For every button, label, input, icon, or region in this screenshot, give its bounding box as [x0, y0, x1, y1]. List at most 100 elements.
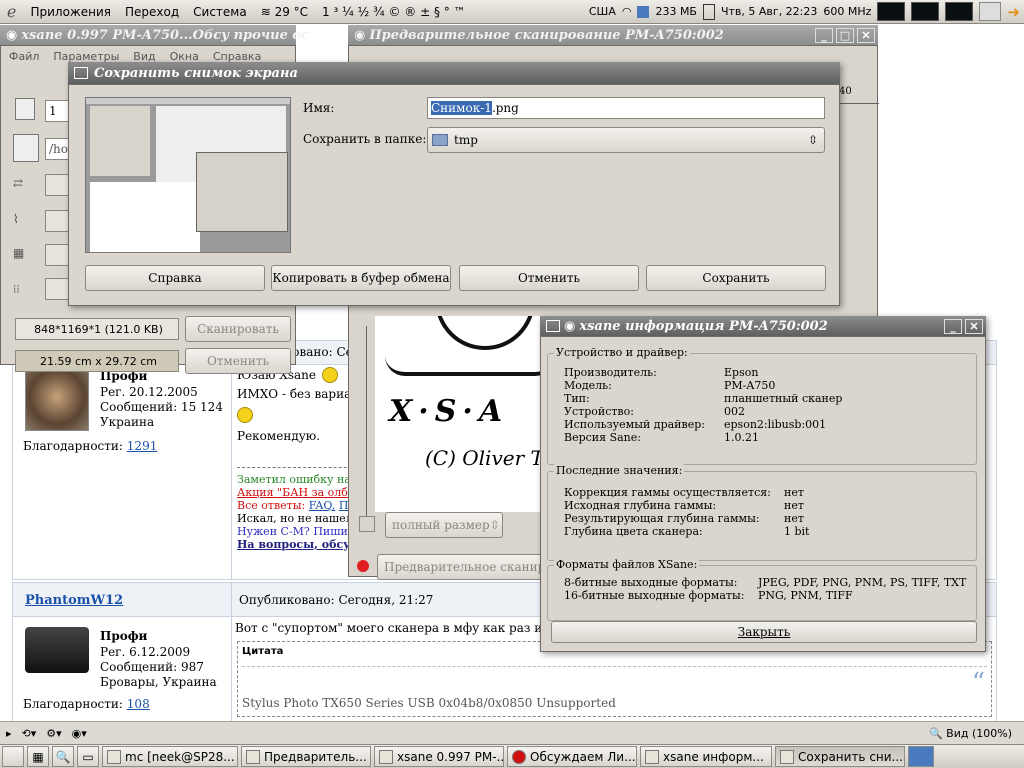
post2-loc: Бровары, Украина [100, 675, 217, 689]
sig-line2[interactable]: Акция "БАН за олба [237, 486, 361, 499]
post2-rank: Профи [100, 629, 148, 643]
xsane-main-titlebar[interactable]: ◉ xsane 0.997 PM-A750...Обсу прочие ос [0, 25, 309, 45]
dots-icon: ⁞⁞ [13, 282, 20, 296]
help-button[interactable]: Справка [85, 265, 265, 291]
folder-icon[interactable]: ▭ [77, 746, 99, 767]
info-row: Исходная глубина гаммы: нет [564, 499, 809, 512]
sync-icon[interactable]: ⟲▾ [22, 727, 37, 740]
xsane-eye-icon: ◉ [564, 318, 576, 334]
info-value: PNG, PNM, TIFF [758, 589, 853, 602]
copy-clipboard-button[interactable]: Копировать в буфер обмена [271, 265, 451, 291]
window-menu-icon[interactable] [546, 320, 560, 332]
record-icon [357, 560, 369, 572]
info-title: xsane информация PM-A750:002 [579, 318, 828, 334]
task-label: Предваритель... [264, 749, 367, 764]
post1-text3: Рекомендую. [237, 429, 321, 443]
char-palette[interactable]: 1 ³ ¼ ½ ¾ © ® ± § ° ™ [315, 5, 473, 19]
file-formats-group: Форматы файлов XSane: 8-битные выходные … [547, 558, 977, 621]
sig-line3: Все ответы: [237, 499, 306, 512]
menu-places[interactable]: Переход [118, 5, 186, 19]
task-preview[interactable]: Предваритель... [241, 746, 371, 767]
addons-icon[interactable]: ⚙▾ [46, 727, 61, 740]
thanks-link[interactable]: 1291 [127, 439, 158, 453]
task-save-screenshot[interactable]: Сохранить сни... [775, 746, 905, 767]
avatar [25, 369, 89, 431]
ruler-left [355, 326, 367, 516]
info-row: 8-битные выходные форматы: JPEG, PDF, PNG… [564, 576, 966, 589]
lock-screen-icon[interactable] [979, 2, 1002, 21]
dimensions-info: 21.59 cm x 29.72 cm [15, 350, 179, 372]
file-formats-title: Форматы файлов XSane: [554, 558, 700, 571]
network-monitor-icon [637, 5, 650, 18]
close-button[interactable]: ✕ [965, 318, 983, 334]
task-xsane-info[interactable]: xsane информ... [640, 746, 772, 767]
task-label: xsane информ... [663, 749, 764, 764]
menu-file[interactable]: Файл [9, 50, 39, 63]
logout-icon[interactable]: ➜ [1007, 3, 1020, 21]
close-button[interactable]: ✕ [857, 27, 875, 43]
post2-username[interactable]: PhantomW12 [25, 593, 123, 608]
sig-line6[interactable]: На вопросы, обсуж [237, 538, 361, 551]
last-values-title: Последние значения: [554, 464, 685, 477]
wifi-icon[interactable]: ◠ [622, 5, 632, 18]
sig-line5: Нужен С-М? Пиши в [237, 525, 358, 538]
info-label: Версия Sane: [564, 431, 641, 444]
preview-logo-text: X·S·A [389, 394, 509, 429]
save-dialog-titlebar[interactable]: Сохранить снимок экрана [68, 62, 840, 84]
cancel-button[interactable]: Отменить [459, 265, 639, 291]
save-button[interactable]: Сохранить [646, 265, 826, 291]
info-value: 1.0.21 [724, 431, 759, 444]
copies-icon [15, 98, 35, 120]
preview-title: Предварительное сканирование PM-A750:002 [369, 27, 724, 43]
zoom-select[interactable]: полный размер ⇳ [385, 512, 503, 538]
acquire-preview-button[interactable]: Предварительное сканиров [377, 554, 559, 580]
filename-selected: Снимок-1 [431, 101, 492, 115]
folder-combo[interactable]: tmp ⇳ [427, 127, 825, 153]
minimize-button[interactable]: _ [944, 318, 962, 334]
battery-icon [702, 3, 715, 20]
gnome-logo-icon[interactable]: ℯ [0, 2, 23, 21]
sidebar-toggle-icon[interactable]: ▸ [6, 727, 12, 740]
clock[interactable]: Чтв, 5 Авг, 22:23 [721, 5, 817, 18]
post2-msgs: Сообщений: 987 [100, 660, 204, 674]
post1-loc: Украина [100, 415, 155, 429]
opera-icon [512, 749, 526, 764]
close-info-button[interactable]: Закрыть [551, 621, 977, 643]
info-value: нет [784, 499, 804, 512]
task-xsane[interactable]: xsane 0.997 PM-... [374, 746, 504, 767]
search-icon[interactable]: 🔍 [52, 746, 74, 767]
scan-button[interactable]: Сканировать [185, 316, 291, 342]
filename-field[interactable]: Снимок-1 .png [427, 97, 825, 119]
info-row: Производитель: Epson [564, 366, 842, 379]
printer-avatar [25, 627, 89, 673]
calculator-icon[interactable]: ▦ [27, 746, 49, 767]
preview-titlebar[interactable]: ◉ Предварительное сканирование PM-A750:0… [348, 25, 878, 45]
xsane-eye-icon [246, 749, 260, 764]
cancel-scan-button[interactable]: Отменить [185, 348, 291, 374]
memory-indicator: 233 МБ [655, 5, 697, 18]
zoom-select-value: полный размер [392, 518, 490, 532]
zoom-icon[interactable]: 🔍 [929, 727, 943, 740]
keyboard-layout[interactable]: США [589, 5, 616, 18]
thanks-link[interactable]: 108 [127, 697, 150, 711]
task-opera[interactable]: Обсуждаем Ли... [507, 746, 637, 767]
quote-label: Цитата [242, 646, 284, 657]
security-icon[interactable]: ◉▾ [72, 727, 87, 740]
menu-system[interactable]: Система [186, 5, 254, 19]
menu-applications[interactable]: Приложения [23, 5, 118, 19]
workspace-switcher[interactable] [908, 746, 934, 767]
net-graph [945, 2, 974, 21]
weather-temp: 29 °C [274, 4, 309, 19]
smiley-icon [321, 367, 338, 383]
faq-link[interactable]: FAQ, [309, 499, 336, 512]
info-titlebar[interactable]: ◉ xsane информация PM-A750:002 _ ✕ [540, 316, 986, 336]
maximize-button[interactable]: □ [836, 27, 854, 43]
info-label: Устройство: [564, 405, 634, 418]
resolution-icon: ⇄ [13, 176, 24, 190]
zoom-level[interactable]: Вид (100%) [946, 727, 1012, 740]
task-mc[interactable]: mc [neek@SP28... [102, 746, 238, 767]
minimize-button[interactable]: _ [815, 27, 833, 43]
weather-applet[interactable]: ≋ 29 °C [254, 5, 315, 19]
show-desktop-icon[interactable] [2, 746, 24, 767]
brightness-icon: ⌇ [13, 212, 19, 226]
